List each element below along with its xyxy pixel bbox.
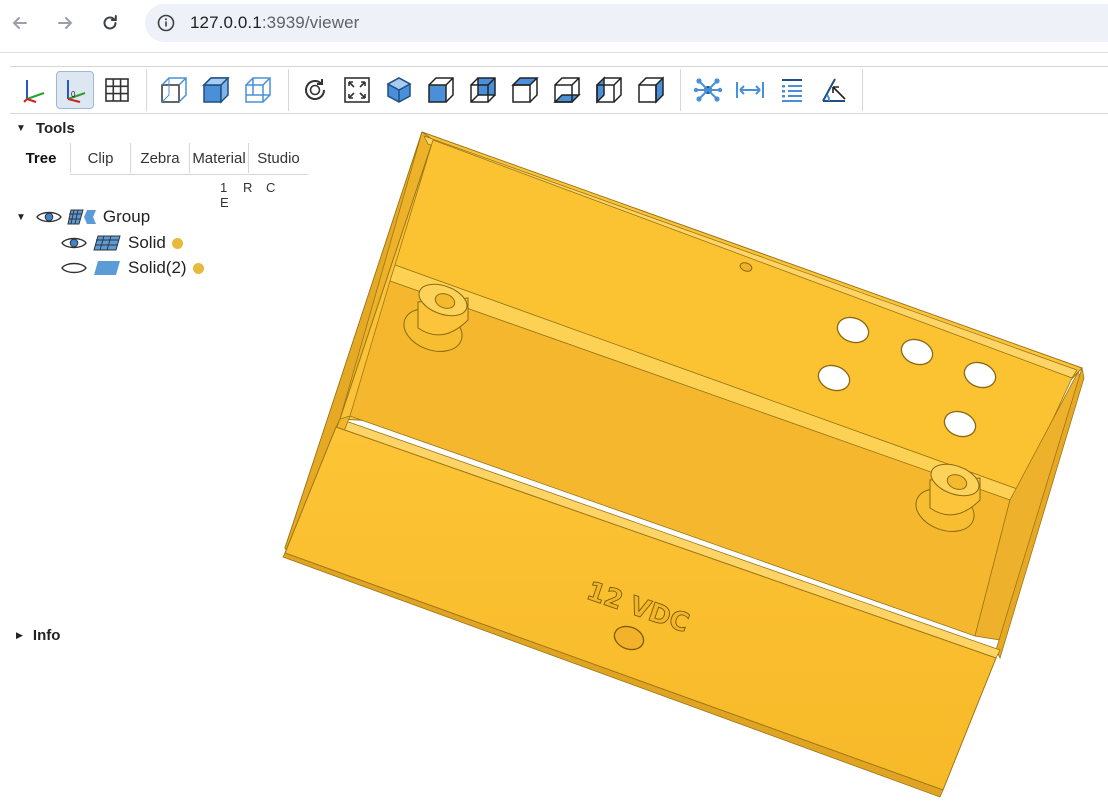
shape-mesh-icon[interactable] [92, 234, 122, 252]
tools-section-header[interactable]: ▼ Tools [16, 120, 75, 137]
axes-origin-button[interactable]: 0 [56, 71, 94, 109]
tools-panel: ▼ Tools Tree Clip Zebra Material Studio … [0, 112, 310, 807]
tree-label-group: Group [102, 207, 151, 226]
toolbar-separator [862, 69, 863, 111]
arrow-left-icon [12, 17, 27, 29]
distance-measure-button[interactable] [731, 71, 769, 109]
fit-view-button[interactable] [338, 71, 376, 109]
expand-triangle-icon[interactable]: ▼ [16, 212, 26, 223]
url-path: :3939/viewer [261, 13, 360, 32]
axes-origin-icon: 0 [67, 80, 86, 103]
collapse-triangle-icon: ▼ [16, 123, 26, 134]
svg-text:0: 0 [71, 90, 76, 99]
toolbar-separator [680, 69, 681, 111]
top-view-button[interactable] [506, 71, 544, 109]
bottom-view-icon [553, 77, 581, 103]
top-view-icon [511, 77, 539, 103]
iso-view-button[interactable] [380, 71, 418, 109]
url-host: 127.0.0.1 [190, 13, 262, 32]
axes-button[interactable] [15, 71, 53, 109]
black-edges-icon [202, 77, 230, 104]
front-view-icon [428, 77, 454, 103]
tree-label-solid-2: Solid(2) [128, 258, 187, 277]
browser-bar: 127.0.0.1:3939/viewer [0, 0, 1108, 48]
tab-tree[interactable]: Tree [12, 143, 71, 173]
tree-label-solid: Solid [128, 233, 166, 252]
reload-icon [103, 15, 117, 30]
shape-solid-icon[interactable] [92, 259, 122, 277]
iso-view-icon [386, 77, 412, 103]
back-button[interactable] [6, 9, 34, 37]
info-circle-icon[interactable] [157, 14, 175, 32]
info-section-header[interactable]: ▶ Info [16, 627, 60, 644]
axes-icon [23, 80, 45, 103]
grid-button[interactable] [98, 71, 136, 109]
wireframe-button[interactable] [239, 71, 277, 109]
column-key-1[interactable]: 1 [220, 180, 243, 195]
tab-clip[interactable]: Clip [71, 143, 131, 173]
transparent-button[interactable] [155, 71, 193, 109]
eye-icon[interactable] [36, 209, 62, 225]
angle-measure-icon [822, 78, 846, 102]
reload-button[interactable] [96, 9, 124, 37]
explode-tool-button[interactable] [689, 71, 727, 109]
tabs-underline [70, 174, 308, 175]
rear-view-button[interactable] [464, 71, 502, 109]
distance-measure-icon [736, 82, 764, 98]
url-text[interactable]: 127.0.0.1:3939/viewer [190, 13, 359, 33]
rear-view-icon [470, 77, 496, 103]
left-view-button[interactable] [590, 71, 628, 109]
arrow-right-icon [58, 17, 73, 29]
reset-view-icon [305, 79, 325, 100]
wireframe-icon [245, 77, 271, 103]
address-bar[interactable]: 127.0.0.1:3939/viewer [145, 4, 1108, 42]
properties-measure-button[interactable] [773, 71, 811, 109]
tools-title: Tools [35, 120, 75, 137]
tab-material[interactable]: Material [190, 143, 249, 173]
tree-row-solid-2[interactable]: Solid(2) [61, 256, 204, 280]
tools-tabs: Tree Clip Zebra Material Studio [12, 143, 308, 173]
tree-row-group[interactable]: ▼ Group [16, 205, 150, 229]
reset-view-button[interactable] [296, 71, 334, 109]
eye-closed-icon[interactable] [61, 260, 87, 276]
info-title: Info [32, 627, 61, 644]
bottom-view-button[interactable] [548, 71, 586, 109]
angle-measure-button[interactable] [815, 71, 853, 109]
column-key-r[interactable]: R [243, 180, 266, 195]
3d-viewport[interactable]: 12 VDC [280, 125, 1108, 807]
list-properties-icon [782, 79, 802, 102]
grid-icon [105, 78, 129, 102]
shape-group-icon[interactable] [67, 208, 97, 226]
toolbar-separator [146, 69, 147, 111]
enclosure-model[interactable]: 12 VDC [280, 125, 1108, 807]
forward-button[interactable] [51, 9, 79, 37]
right-view-button[interactable] [632, 71, 670, 109]
column-key-e[interactable]: E [220, 195, 243, 210]
toolbar-separator [288, 69, 289, 111]
color-dot [171, 237, 183, 249]
tab-zebra[interactable]: Zebra [131, 143, 190, 173]
black-edges-button[interactable] [197, 71, 235, 109]
front-view-button[interactable] [422, 71, 460, 109]
right-view-icon [638, 76, 664, 104]
left-view-icon [596, 76, 622, 104]
browser-divider [0, 52, 1108, 53]
fit-view-icon [344, 77, 370, 103]
viewer-toolbar: 0 [10, 66, 1108, 114]
transparent-icon [161, 77, 187, 103]
tree-row-solid[interactable]: Solid [61, 231, 183, 255]
expand-triangle-icon: ▶ [16, 630, 23, 640]
explode-tool-icon [693, 78, 723, 102]
eye-icon[interactable] [61, 235, 87, 251]
color-dot [192, 262, 204, 274]
